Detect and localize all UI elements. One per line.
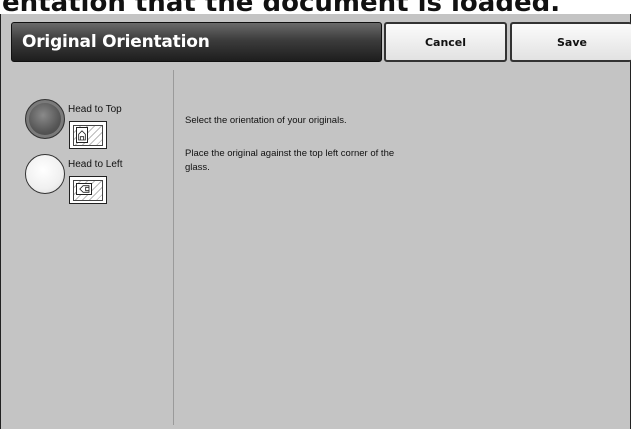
cancel-button[interactable]: Cancel: [384, 22, 507, 62]
radio-head-to-top[interactable]: [25, 99, 65, 139]
save-button[interactable]: Save: [510, 22, 631, 62]
device-screen: Original Orientation Cancel Save Head to…: [0, 14, 631, 429]
panel-divider: [173, 70, 174, 425]
option-label-head-to-top: Head to Top: [68, 104, 122, 115]
option-head-to-left[interactable]: Head to Left: [25, 154, 165, 224]
description-line-2: Place the original against the top left …: [185, 148, 395, 173]
option-label-head-to-left: Head to Left: [68, 159, 123, 170]
radio-head-to-left[interactable]: [25, 154, 65, 194]
head-to-left-icon: [69, 176, 107, 204]
head-to-top-icon: [69, 121, 107, 149]
description-line-1: Select the orientation of your originals…: [185, 115, 347, 126]
page-title: Original Orientation: [11, 22, 382, 62]
